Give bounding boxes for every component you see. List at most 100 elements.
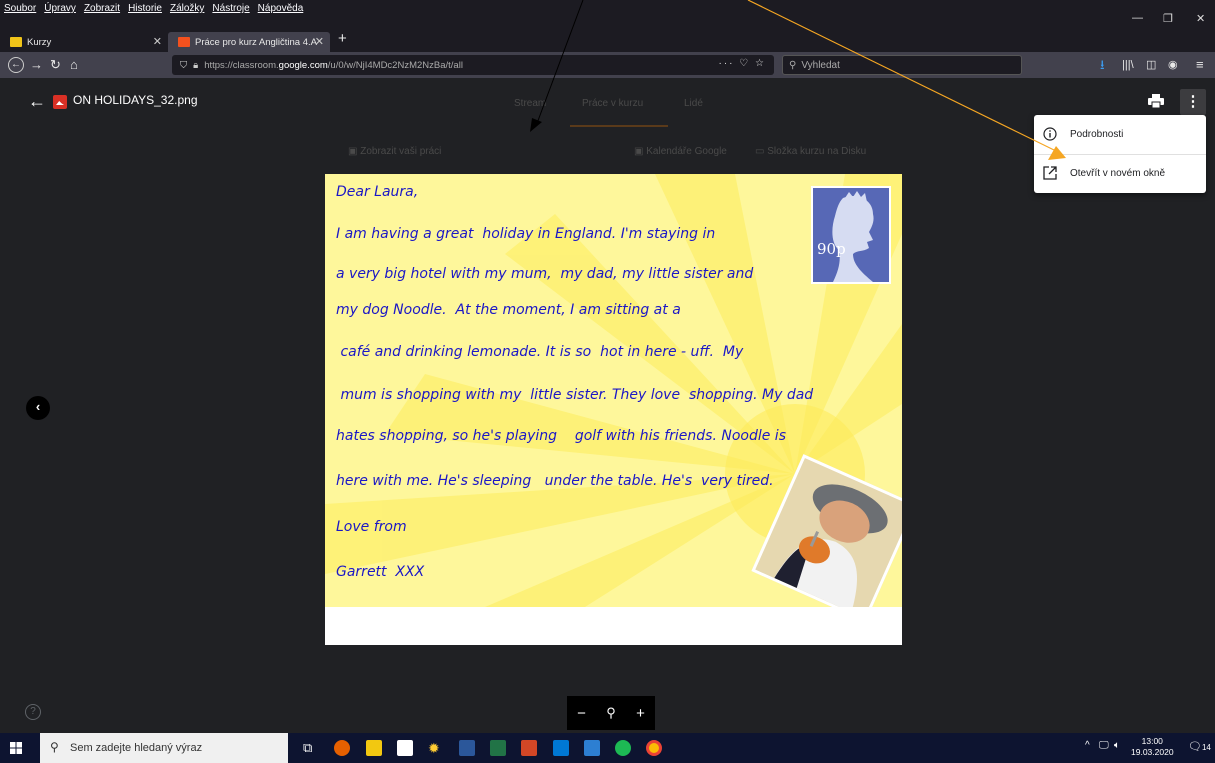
tab-bar: Kurzy ✕ Práce pro kurz Angličtina 4.A ✕ [0,30,1215,52]
menu-0[interactable]: Soubor [4,3,36,14]
forward-icon[interactable]: → [30,57,43,73]
tray-chevron-icon[interactable]: ^ [1085,740,1090,751]
search-input[interactable]: ⚲ Vyhledat [782,55,1022,75]
new-tab-button[interactable]: + [338,30,347,47]
spotify-icon[interactable] [615,740,631,756]
letter-line: Dear Laura, [336,184,419,200]
tab-prace[interactable]: Práce pro kurz Angličtina 4.A ✕ [168,32,330,52]
letter-line: mum is shopping with my little sister. T… [336,387,814,403]
zoom-search-icon[interactable]: ⚲ [606,705,616,721]
postcard-background: 90p Dear Laura, I am having a great holid… [325,174,902,607]
postcard-image: 90p Dear Laura, I am having a great holid… [325,174,902,645]
url-domain: google.com [278,59,328,71]
store-icon[interactable] [397,740,413,756]
screen: Soubor Úpravy Zobrazit Historie Záložky Nástr… [0,0,1215,763]
bg-link-drive-folder: ▭ Složka kurzu na Disku [755,146,867,157]
file-explorer-icon[interactable] [366,740,382,756]
lock-icon: 🔒︎ [193,59,199,71]
letter-line: here with me. He's sleeping under the ta… [336,473,774,489]
library-icon[interactable]: |||\ [1122,57,1134,73]
browser-menubar: Soubor Úpravy Zobrazit Historie Záložky Nástr… [0,0,1215,30]
home-icon[interactable]: ⌂ [70,57,78,73]
sidebar-icon[interactable]: ◫ [1146,57,1156,73]
taskbar-clock[interactable]: 13:00 19.03.2020 [1131,736,1174,758]
menu-item-label: Podrobnosti [1070,128,1124,140]
navigation-bar: ← → ↻ ⌂ ⛉ 🔒︎ https://classroom. google.co… [0,52,1215,78]
menu-4[interactable]: Záložky [170,3,204,14]
whiteboard-icon[interactable] [584,740,600,756]
menu-6[interactable]: Nápověda [258,3,304,14]
downloads-icon[interactable]: ⭳ [1100,57,1105,73]
url-prefix: https://classroom. [204,59,279,71]
taskbar-search-placeholder: Sem zadejte hledaný výraz [70,742,203,754]
clock-time: 13:00 [1141,736,1163,746]
postage-stamp: 90p [811,186,891,284]
excel-icon[interactable] [490,740,506,756]
letter-line: a very big hotel with my mum, my dad, my… [336,266,754,282]
network-icon[interactable]: 🖵 [1099,740,1109,751]
letter-line: café and drinking lemonade. It is so hot… [336,344,744,360]
taskbar-search-input[interactable]: ⚲ Sem zadejte hledaný výraz [40,733,288,763]
page-actions[interactable]: ··· ♡ ☆ [719,58,766,69]
hamburger-menu-icon[interactable]: ≡ [1196,57,1204,73]
menu-5[interactable]: Nástroje [212,3,249,14]
queen-profile-icon [832,191,874,282]
close-tab-icon[interactable]: ✕ [153,35,162,48]
bg-tab-people: Lidé [684,98,703,109]
bg-tab-underline [570,125,668,127]
menu-1[interactable]: Úpravy [44,3,76,14]
stamp-value: 90p [817,240,846,258]
menu-3[interactable]: Historie [128,3,162,14]
menu-item-open-new-window[interactable]: Otevřít v novém okně [1034,156,1206,190]
previous-file-button[interactable]: ‹ [26,396,50,420]
minimize-button[interactable]: — [1132,12,1143,24]
close-tab-icon[interactable]: ✕ [315,35,324,48]
tab-kurzy[interactable]: Kurzy ✕ [0,32,168,52]
outlook-icon[interactable] [553,740,569,756]
zoom-in-button[interactable]: + [636,705,645,722]
reload-icon[interactable]: ↻ [50,57,61,73]
word-icon[interactable] [459,740,475,756]
powerpoint-icon[interactable] [521,740,537,756]
bg-tab-classwork: Práce v kurzu [582,98,644,109]
file-name: ON HOLIDAYS_32.png [73,93,198,107]
zoom-out-button[interactable]: − [577,705,586,722]
url-bar[interactable]: ⛉ 🔒︎ https://classroom. google.com/u/0/w/… [172,55,774,75]
firefox-icon[interactable] [334,740,350,756]
zoom-controls: − ⚲ + [567,696,655,730]
clock-date: 19.03.2020 [1131,747,1174,757]
tab-label: Práce pro kurz Angličtina 4.A [195,36,317,48]
notifications-icon[interactable]: 🗨︎14 [1188,740,1211,753]
account-icon[interactable]: ◉ [1168,57,1178,73]
classroom-icon [10,37,22,47]
print-icon[interactable] [1148,94,1164,108]
classroom-icon [178,37,190,47]
paint-icon[interactable]: ✹ [428,740,444,756]
chrome-icon[interactable] [646,740,662,756]
help-button[interactable]: ? [25,704,41,720]
search-icon: ⚲ [789,59,797,71]
bg-link-calendar: ▣ Kalendáře Google [634,146,727,157]
letter-line: my dog Noodle. At the moment, I am sitti… [336,302,681,318]
letter-line: hates shopping, so he's playing golf wit… [336,428,786,444]
menu-item-label: Otevřít v novém okně [1070,167,1166,179]
letter-line: Love from [336,519,407,535]
back-icon[interactable]: ← [8,57,24,73]
volume-icon[interactable]: 🔈︎ [1114,740,1120,751]
tab-label: Kurzy [27,36,52,48]
close-window-button[interactable]: ✕ [1196,12,1205,25]
menu-item-details[interactable]: Podrobnosti [1034,117,1206,151]
windows-start-icon[interactable] [10,742,22,754]
task-view-icon[interactable]: ⧉ [303,740,319,756]
restore-button[interactable]: ❐ [1163,12,1173,25]
more-options-button[interactable]: ⋮ [1180,89,1206,115]
letter-line: I am having a great holiday in England. … [336,226,716,242]
menu-2[interactable]: Zobrazit [84,3,120,14]
info-icon [1043,127,1057,141]
windows-taskbar: ⚲ Sem zadejte hledaný výraz ⧉ ✹ ^ 🖵 🔈︎ 1… [0,733,1215,763]
back-arrow-icon[interactable]: ← [28,91,46,112]
bg-tab-stream: Stream [514,98,547,109]
bg-link-view-work: ▣ Zobrazit vaši práci [348,146,442,157]
shield-icon: ⛉ [180,59,188,71]
menu-divider [1034,154,1206,155]
